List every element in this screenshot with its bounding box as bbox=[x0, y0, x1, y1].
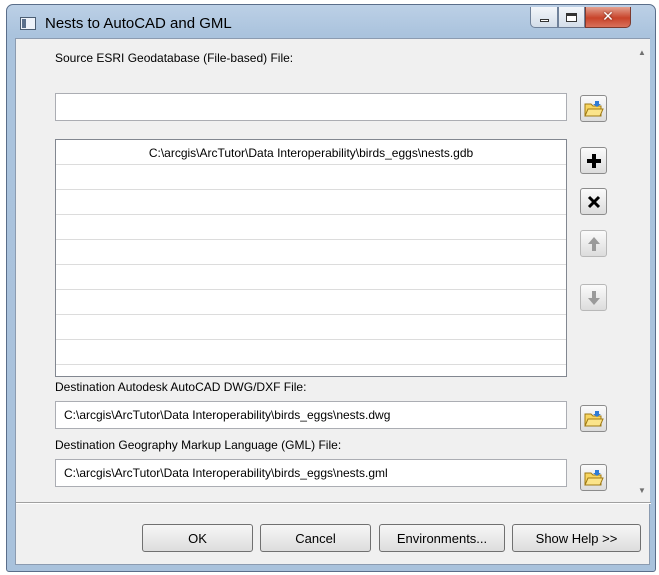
close-icon: ✕ bbox=[602, 9, 614, 25]
footer-divider bbox=[16, 502, 651, 504]
list-item[interactable] bbox=[56, 165, 566, 190]
open-folder-icon bbox=[583, 410, 604, 426]
scroll-up-icon[interactable]: ▲ bbox=[638, 49, 646, 57]
destination-gml-browse-button[interactable] bbox=[580, 464, 607, 491]
open-folder-icon bbox=[583, 469, 604, 485]
destination-dwg-label: Destination Autodesk AutoCAD DWG/DXF Fil… bbox=[55, 380, 307, 394]
open-folder-icon bbox=[583, 100, 604, 116]
dialog-window: Nests to AutoCAD and GML ✕ Source ESRI G… bbox=[6, 4, 656, 572]
maximize-button[interactable] bbox=[558, 7, 585, 28]
destination-gml-input[interactable]: C:\arcgis\ArcTutor\Data Interoperability… bbox=[55, 459, 567, 487]
minimize-icon bbox=[539, 18, 549, 22]
add-button[interactable] bbox=[580, 147, 607, 174]
list-item[interactable] bbox=[56, 315, 566, 340]
destination-dwg-input[interactable]: C:\arcgis\ArcTutor\Data Interoperability… bbox=[55, 401, 567, 429]
scroll-down-icon[interactable]: ▼ bbox=[638, 487, 646, 495]
list-item[interactable] bbox=[56, 190, 566, 215]
move-up-button[interactable] bbox=[580, 230, 607, 257]
window-icon bbox=[20, 17, 36, 30]
cancel-button[interactable]: Cancel bbox=[260, 524, 371, 552]
arrow-up-icon bbox=[587, 236, 600, 251]
show-help-button[interactable]: Show Help >> bbox=[512, 524, 641, 552]
source-label: Source ESRI Geodatabase (File-based) Fil… bbox=[55, 51, 294, 65]
move-down-button[interactable] bbox=[580, 284, 607, 311]
plus-icon bbox=[586, 153, 601, 168]
dialog-body: Source ESRI Geodatabase (File-based) Fil… bbox=[15, 38, 651, 565]
ok-button[interactable]: OK bbox=[142, 524, 253, 552]
list-item[interactable] bbox=[56, 265, 566, 290]
remove-button[interactable] bbox=[580, 188, 607, 215]
list-item[interactable] bbox=[56, 290, 566, 315]
close-button[interactable]: ✕ bbox=[585, 7, 631, 28]
destination-gml-label: Destination Geography Markup Language (G… bbox=[55, 438, 342, 452]
list-item[interactable] bbox=[56, 215, 566, 240]
list-item[interactable]: C:\arcgis\ArcTutor\Data Interoperability… bbox=[56, 140, 566, 165]
window-title: Nests to AutoCAD and GML bbox=[45, 15, 232, 32]
vertical-scrollbar[interactable]: ▲ ▼ bbox=[634, 39, 650, 502]
environments-button[interactable]: Environments... bbox=[379, 524, 505, 552]
x-icon bbox=[587, 195, 600, 208]
source-input[interactable] bbox=[55, 93, 567, 121]
source-list[interactable]: C:\arcgis\ArcTutor\Data Interoperability… bbox=[55, 139, 567, 377]
parameters-panel: Source ESRI Geodatabase (File-based) Fil… bbox=[16, 39, 634, 502]
list-item[interactable] bbox=[56, 340, 566, 365]
arrow-down-icon bbox=[587, 290, 600, 305]
destination-dwg-browse-button[interactable] bbox=[580, 405, 607, 432]
source-browse-button[interactable] bbox=[580, 95, 607, 122]
list-item[interactable] bbox=[56, 240, 566, 265]
title-bar[interactable]: Nests to AutoCAD and GML ✕ bbox=[7, 5, 655, 39]
maximize-icon bbox=[566, 12, 577, 22]
minimize-button[interactable] bbox=[530, 7, 558, 28]
